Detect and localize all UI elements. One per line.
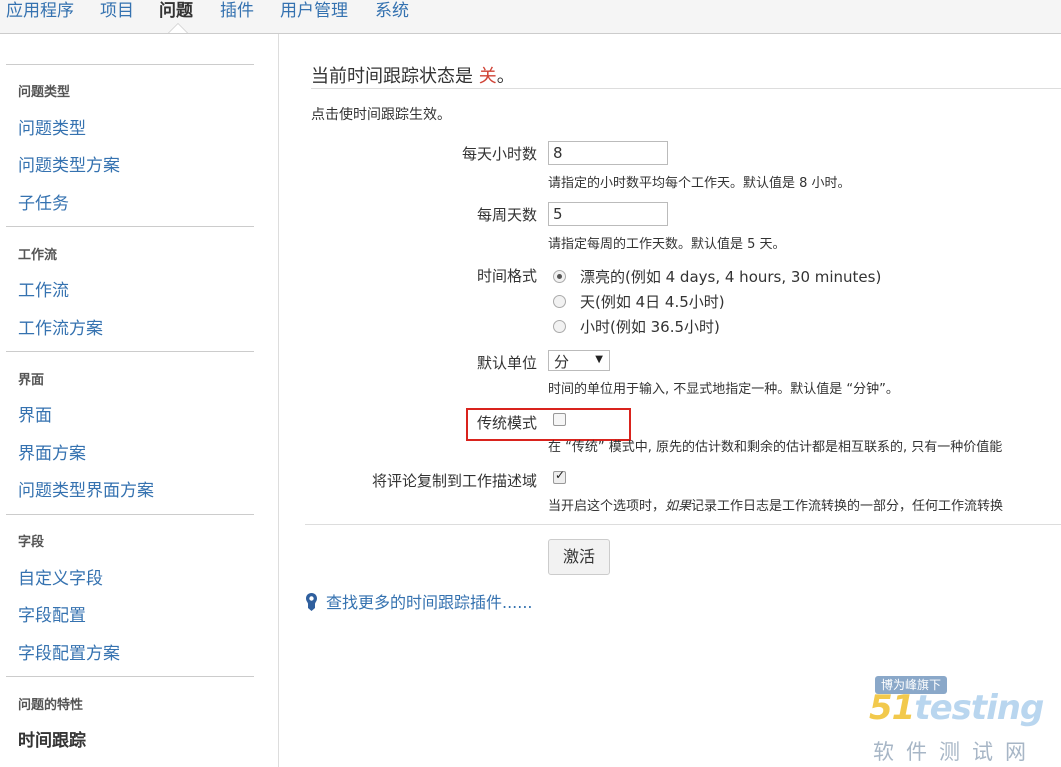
- sidebar-heading-fields: 字段: [18, 535, 45, 550]
- days-per-week-label: 每周天数: [476, 206, 537, 224]
- tab-issues[interactable]: 问题: [159, 0, 193, 21]
- watermark-subtitle: 软件测试网: [873, 740, 1038, 764]
- dropdown-arrow-icon: ▼: [595, 354, 603, 365]
- activate-button[interactable]: 激活: [548, 539, 610, 575]
- sidebar-item-subtasks[interactable]: 子任务: [18, 189, 69, 214]
- sidebar-heading-issue-features: 问题的特性: [18, 698, 84, 713]
- time-format-label: 时间格式: [476, 267, 537, 285]
- tab-system[interactable]: 系统: [375, 0, 409, 21]
- time-format-option-label: 漂亮的(例如 4 days, 4 hours, 30 minutes): [580, 268, 882, 286]
- status-off-label: 关: [478, 66, 497, 87]
- sidebar-item-time-tracking[interactable]: 时间跟踪: [18, 726, 86, 751]
- sidebar-item-workflows[interactable]: 工作流: [18, 276, 69, 301]
- copy-comment-checkbox[interactable]: ✓: [553, 468, 566, 484]
- sidebar-divider: [6, 514, 254, 515]
- form-divider: [305, 524, 1061, 525]
- sidebar-heading-screens: 界面: [18, 373, 45, 388]
- sidebar-item-issue-type-schemes[interactable]: 问题类型方案: [18, 151, 120, 176]
- default-unit-value: 分: [554, 353, 570, 371]
- days-per-week-input[interactable]: [548, 202, 668, 226]
- default-unit-label: 默认单位: [476, 354, 537, 372]
- sidebar-divider: [6, 351, 254, 352]
- watermark-brand-text: testing: [914, 688, 1044, 728]
- watermark-brand-number: 51: [869, 688, 915, 728]
- tab-projects[interactable]: 项目: [100, 0, 134, 21]
- watermark-brand: 51testing: [869, 688, 1044, 728]
- top-nav: 应用程序 项目 问题 插件 用户管理 系统: [0, 0, 1061, 34]
- intro-text: 点击使时间跟踪生效。: [311, 107, 451, 123]
- time-format-option-label: 小时(例如 36.5小时): [580, 318, 720, 336]
- active-tab-pointer-fill: [169, 24, 187, 33]
- sidebar-heading-workflows: 工作流: [18, 248, 58, 263]
- tab-plugins[interactable]: 插件: [220, 0, 254, 21]
- sidebar-item-field-configuration-schemes[interactable]: 字段配置方案: [18, 639, 120, 664]
- sidebar-item-workflow-schemes[interactable]: 工作流方案: [18, 314, 103, 339]
- hours-per-day-desc: 请指定的小时数平均每个工作天。默认值是 8 小时。: [548, 176, 851, 191]
- hours-per-day-input[interactable]: [548, 141, 668, 165]
- sidebar-item-custom-fields[interactable]: 自定义字段: [18, 564, 103, 589]
- find-plugins-link[interactable]: 查找更多的时间跟踪插件......: [305, 589, 533, 613]
- plugin-icon: [306, 593, 317, 611]
- sidebar-divider: [6, 226, 254, 227]
- days-per-week-desc: 请指定每周的工作天数。默认值是 5 天。: [548, 237, 786, 252]
- sidebar-heading-issue-types: 问题类型: [18, 85, 71, 100]
- sidebar-item-issue-types[interactable]: 问题类型: [18, 114, 86, 139]
- watermark-logo: 博为峰旗下 51testing 软件测试网: [865, 676, 1055, 766]
- copy-comment-desc-emphasis: 如果: [665, 499, 692, 514]
- copy-comment-desc: 当开启这个选项时，如果记录工作日志是工作流转换的一部分，任何工作流转换: [548, 495, 1003, 514]
- tab-user-management[interactable]: 用户管理: [280, 0, 348, 21]
- radio-button[interactable]: [553, 295, 566, 308]
- default-unit-select[interactable]: 分 ▼: [548, 350, 610, 371]
- sidebar-item-field-configurations[interactable]: 字段配置: [18, 601, 86, 626]
- sidebar-divider: [6, 64, 254, 65]
- admin-sidebar: 问题类型 问题类型 问题类型方案 子任务 工作流 工作流 工作流方案 界面 界面…: [0, 34, 279, 767]
- title-suffix: 。: [496, 66, 515, 87]
- copy-comment-label: 将评论复制到工作描述域: [371, 472, 537, 490]
- radio-button-selected[interactable]: [553, 270, 566, 283]
- sidebar-item-screens[interactable]: 界面: [18, 401, 52, 426]
- sidebar-divider: [6, 676, 254, 677]
- title-prefix: 当前时间跟踪状态是: [311, 66, 479, 87]
- copy-comment-desc-prefix: 当开启这个选项时，: [548, 499, 666, 514]
- time-tracking-panel: 当前时间跟踪状态是 关。 点击使时间跟踪生效。 每天小时数 请指定的小时数平均每…: [279, 34, 1061, 767]
- radio-button[interactable]: [553, 320, 566, 333]
- find-plugins-link-text: 查找更多的时间跟踪插件......: [326, 593, 533, 612]
- default-unit-desc: 时间的单位用于输入, 不显式地指定一种。默认值是 “分钟”。: [548, 382, 899, 397]
- page-title: 当前时间跟踪状态是 关。: [311, 62, 515, 88]
- title-divider: [311, 88, 1061, 89]
- copy-comment-desc-suffix: 记录工作日志是工作流转换的一部分，任何工作流转换: [691, 499, 1004, 514]
- tab-applications[interactable]: 应用程序: [6, 0, 74, 21]
- time-format-option-label: 天(例如 4日 4.5小时): [580, 293, 725, 311]
- legacy-mode-desc: 在 “传统” 模式中, 原先的估计数和剩余的估计都是相互联系的, 只有一种价值能: [548, 440, 1003, 455]
- hours-per-day-label: 每天小时数: [461, 145, 537, 163]
- sidebar-item-issue-type-screen-schemes[interactable]: 问题类型界面方案: [18, 476, 154, 501]
- sidebar-item-screen-schemes[interactable]: 界面方案: [18, 439, 86, 464]
- checkmark-icon: ✓: [555, 468, 566, 482]
